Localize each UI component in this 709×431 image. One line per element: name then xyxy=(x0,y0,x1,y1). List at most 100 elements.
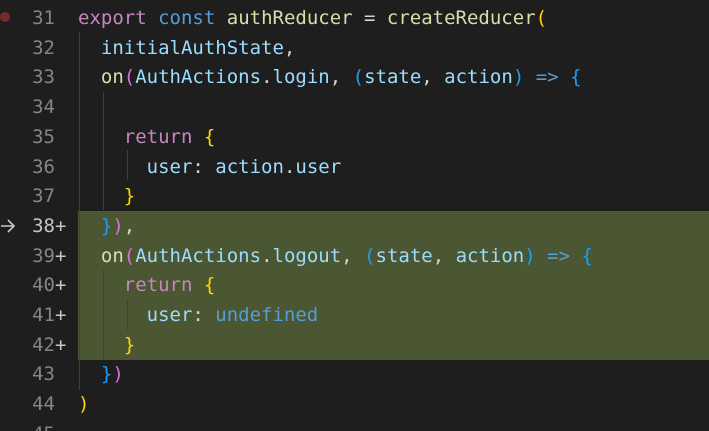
code-line[interactable]: 34 xyxy=(0,92,709,122)
code-token: action xyxy=(215,155,284,178)
line-number: 34 xyxy=(32,96,55,119)
code-token: , xyxy=(341,244,365,267)
code-text[interactable]: user: undefined xyxy=(78,303,319,327)
added-line-marker: + xyxy=(55,244,67,267)
code-line[interactable]: 31 export const authReducer = createReduc… xyxy=(0,3,709,33)
code-token: action xyxy=(444,66,513,89)
code-token: ) xyxy=(524,244,536,267)
line-number: 42 xyxy=(32,333,55,356)
code-token: ) xyxy=(512,66,525,89)
code-token: on xyxy=(100,66,124,89)
code-text[interactable]: on(AuthActions.login, (state, action) =>… xyxy=(78,65,582,89)
code-token: } xyxy=(123,333,136,356)
line-number: 43 xyxy=(32,363,55,386)
code-text[interactable]: } xyxy=(78,333,135,357)
code-token: undefined xyxy=(215,304,319,326)
line-number: 36 xyxy=(32,155,55,178)
code-line[interactable]: 36 user: action.user xyxy=(0,152,709,182)
line-number: 39 xyxy=(32,244,55,267)
code-token: . xyxy=(261,244,273,267)
code-token: { xyxy=(581,244,593,267)
code-token: , xyxy=(283,36,296,59)
added-line-marker: + xyxy=(55,274,67,297)
code-text[interactable]: return { xyxy=(78,125,216,149)
code-line[interactable]: 38 + }), xyxy=(0,210,709,241)
code-token: user xyxy=(146,304,193,326)
code-line[interactable]: 44) xyxy=(0,389,709,419)
line-number: 37 xyxy=(32,185,55,208)
code-token: AuthActions xyxy=(135,66,262,89)
code-line[interactable]: 43 }) xyxy=(0,359,709,389)
added-line-marker: + xyxy=(55,304,67,326)
code-text[interactable]: export const authReducer = createReducer… xyxy=(78,6,547,30)
code-text[interactable]: }), xyxy=(78,214,135,238)
added-line-marker: + xyxy=(55,333,67,356)
code-editor[interactable]: 31 export const authReducer = createReduc… xyxy=(0,0,709,431)
code-token: on xyxy=(100,244,124,267)
code-line[interactable]: 37 } xyxy=(0,181,709,211)
code-token: state xyxy=(375,244,433,267)
current-line-arrow-icon xyxy=(1,219,16,233)
breakpoint-icon[interactable] xyxy=(0,12,10,22)
code-token: const xyxy=(158,7,216,29)
code-token: ( xyxy=(123,66,136,89)
code-token: => xyxy=(535,66,559,89)
code-line[interactable]: 40 + return { xyxy=(0,270,709,301)
code-token: export xyxy=(78,7,147,29)
code-line[interactable]: 33 on(AuthActions.login, (state, action)… xyxy=(0,62,709,92)
code-line[interactable]: 32 initialAuthState, xyxy=(0,33,709,63)
code-token: initialAuthState xyxy=(100,36,284,59)
code-token: ) xyxy=(112,214,124,237)
code-token: authReducer xyxy=(226,7,353,29)
code-token: user xyxy=(146,155,193,178)
code-token: , xyxy=(123,214,136,237)
code-token: } xyxy=(100,363,113,386)
code-text[interactable]: ) xyxy=(78,392,89,416)
code-line[interactable]: 39 + on(AuthActions.logout, (state, actio… xyxy=(0,240,709,271)
line-number: 35 xyxy=(32,125,55,148)
added-line-highlight xyxy=(78,329,709,360)
code-text[interactable]: }) xyxy=(78,362,124,386)
code-token: . xyxy=(283,155,296,178)
code-token: { xyxy=(203,125,216,148)
code-line[interactable]: 41 + user: undefined xyxy=(0,300,709,330)
code-token: , xyxy=(329,66,353,89)
indent-guide xyxy=(127,300,128,330)
indent-guide xyxy=(103,92,104,210)
indent-guide xyxy=(79,32,80,390)
code-token: return xyxy=(123,125,193,148)
code-line[interactable]: 45 xyxy=(0,419,709,431)
code-token: ( xyxy=(364,244,376,267)
code-text[interactable]: } xyxy=(78,184,135,208)
code-token: ( xyxy=(535,7,548,29)
code-token: } xyxy=(100,214,113,237)
code-line[interactable]: 35 return { xyxy=(0,122,709,152)
code-token: , xyxy=(432,244,456,267)
line-number: 44 xyxy=(32,393,55,416)
code-line[interactable]: 42 + } xyxy=(0,329,709,360)
code-text[interactable]: return { xyxy=(78,273,216,297)
code-token: { xyxy=(570,66,582,89)
added-line-highlight xyxy=(78,210,709,241)
code-token: } xyxy=(123,185,136,208)
code-text[interactable]: initialAuthState, xyxy=(78,36,295,60)
line-number: 40 xyxy=(32,274,55,297)
code-text[interactable]: user: action.user xyxy=(78,155,342,179)
code-text[interactable]: on(AuthActions.logout, (state, action) =… xyxy=(78,244,593,268)
